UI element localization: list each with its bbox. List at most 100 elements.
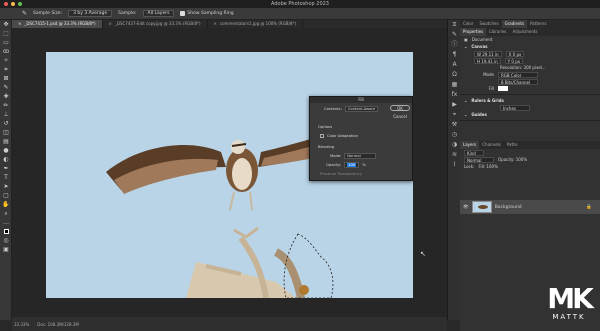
tools-panel: ✥ ⬚ ▭ ꝏ ✧ ⌗ ⊠ ✎ ✚ ✏ ⊥ ↺ ◫ ▤ ● ◐ ✒ T ➤ ▢ … [0, 20, 12, 320]
rulers-header-label: Rulers & Grids [471, 98, 504, 103]
fill-dialog-title: Fill [310, 97, 412, 103]
doc-tab-label: _DSC7415-1.psd @ 33.3% (RGB/8*) [24, 21, 96, 26]
doc-size[interactable]: Doc: 108.3M/128.3M [37, 322, 79, 327]
crop-tool-icon[interactable]: ⌗ [0, 65, 12, 74]
gradient-tool-icon[interactable]: ▤ [0, 137, 12, 146]
zoom-tool-icon[interactable]: ⌕ [0, 209, 12, 218]
rulers-header[interactable]: ⌄ Rulers & Grids [460, 97, 600, 104]
width-field[interactable]: W 29.11 in [474, 50, 502, 57]
fill-row: Fill [460, 85, 600, 92]
blend-mode-select[interactable]: Normal [464, 156, 494, 163]
tab-paths[interactable]: Paths [504, 141, 521, 149]
screen-mode-icon[interactable]: ▣ [0, 245, 12, 254]
brush-tool-icon[interactable]: ✏ [0, 101, 12, 110]
path-select-icon[interactable]: ➤ [0, 182, 12, 191]
mode-label: Mode: [330, 154, 342, 158]
lock-icon[interactable]: 🔒 [586, 205, 592, 210]
tab-swatches[interactable]: Swatches [476, 20, 501, 28]
marquee-tool-icon[interactable]: ▭ [0, 38, 12, 47]
tab-adjustments[interactable]: Adjustments [510, 28, 541, 36]
layer-opacity[interactable]: Opacity: 100% [498, 156, 527, 163]
shape-tool-icon[interactable]: ▢ [0, 191, 12, 200]
color-adaptation-checkbox[interactable]: Color Adaptation [320, 134, 358, 138]
canvas-header[interactable]: ⌄ Canvas [460, 43, 600, 50]
stamp-tool-icon[interactable]: ⊥ [0, 110, 12, 119]
preserve-transparency-checkbox[interactable]: Preserve Transparency [320, 172, 362, 176]
eraser-tool-icon[interactable]: ◫ [0, 128, 12, 137]
show-ring-checkbox[interactable]: Show Sampling Ring [180, 11, 234, 16]
quick-select-icon[interactable]: ✧ [0, 56, 12, 65]
artboard-icon[interactable]: ⬚ [0, 29, 12, 38]
opacity-value[interactable]: 100 [347, 163, 357, 167]
fill-swatch[interactable] [498, 86, 508, 91]
chevron-down-icon[interactable]: ⌄ [464, 97, 467, 104]
sample-size-select[interactable]: 3 by 3 Average [68, 10, 113, 17]
layer-row-background[interactable]: 👁 Background 🔒 [460, 200, 600, 214]
photo-osprey[interactable]: Fill Contents: Content-Aware OK Cancel O… [46, 52, 413, 298]
mode-select[interactable]: RGB Color [498, 71, 538, 78]
guides-header[interactable]: ⌄ Guides [460, 111, 600, 118]
more-tools-icon[interactable]: … [0, 218, 12, 227]
pen-tool-icon[interactable]: ✒ [0, 164, 12, 173]
tab-channels[interactable]: Channels [479, 141, 504, 149]
x-field[interactable]: X 0 px [505, 50, 525, 57]
window-controls[interactable] [4, 2, 22, 6]
checkbox-icon[interactable] [180, 11, 186, 16]
eyedropper-icon[interactable]: ✎ [22, 10, 27, 17]
color-swatches-icon[interactable] [0, 227, 12, 236]
tab-libraries[interactable]: Libraries [486, 28, 509, 36]
cancel-button[interactable]: Cancel [390, 114, 410, 120]
eyedropper-tool-icon[interactable]: ✎ [0, 83, 12, 92]
blur-tool-icon[interactable]: ● [0, 146, 12, 155]
height-field[interactable]: H 19.41 in [474, 57, 501, 64]
doc-tab-2[interactable]: × _DSC7437-Edit copy.jpg @ 33.3% (RGB/8*) [103, 20, 208, 28]
opacity-label: Opacity: [326, 163, 342, 167]
tab-color[interactable]: Color [460, 20, 476, 28]
dodge-tool-icon[interactable]: ◐ [0, 155, 12, 164]
mode-select[interactable]: Normal [344, 153, 377, 159]
healing-brush-icon[interactable]: ✚ [0, 92, 12, 101]
close-icon[interactable]: × [109, 20, 112, 28]
type-tool-icon[interactable]: T [0, 173, 12, 182]
zoom-level[interactable]: 33.33% [14, 322, 29, 327]
doc-tab-3[interactable]: × commentators1.jpg @ 100% (RGB/8*) [208, 20, 303, 28]
tab-properties[interactable]: Properties [460, 28, 487, 36]
bits-select[interactable]: 8 Bits/Channel [498, 78, 538, 85]
tab-gradients[interactable]: Gradients [501, 20, 528, 28]
lasso-tool-icon[interactable]: ꝏ [0, 47, 12, 56]
contents-select[interactable]: Content-Aware [344, 106, 379, 112]
chevron-down-icon[interactable]: ⌄ [464, 111, 467, 118]
eye-icon[interactable]: 👁 [463, 205, 469, 210]
layer-name[interactable]: Background [495, 205, 522, 210]
history-brush-icon[interactable]: ↺ [0, 119, 12, 128]
chevron-down-icon[interactable]: ⌄ [464, 43, 467, 50]
ok-button[interactable]: OK [390, 105, 410, 111]
zoom-icon[interactable] [18, 2, 22, 6]
checkbox-icon[interactable] [320, 134, 324, 138]
opacity-input[interactable]: 100 [344, 162, 360, 168]
close-icon[interactable]: × [18, 20, 21, 28]
move-tool-icon[interactable]: ✥ [0, 20, 12, 29]
tab-patterns[interactable]: Patterns [527, 20, 549, 28]
show-ring-label: Show Sampling Ring [187, 11, 234, 16]
kind-select[interactable]: Kind [464, 149, 484, 156]
document-row: ▣ Document [460, 36, 600, 43]
layer-fill[interactable]: Fill: 100% [478, 163, 497, 170]
mode-row: Mode RGB Color [460, 71, 600, 78]
mode-label: Mode [483, 72, 494, 77]
quick-mask-icon[interactable]: ◎ [0, 236, 12, 245]
doc-tab-1[interactable]: × _DSC7415-1.psd @ 33.3% (RGB/8*) [12, 20, 103, 28]
close-icon[interactable]: × [214, 20, 217, 28]
rulers-unit-select[interactable]: Inches [500, 104, 530, 111]
minimize-icon[interactable] [11, 2, 15, 6]
close-icon[interactable] [4, 2, 8, 6]
tab-layers[interactable]: Layers [460, 141, 480, 149]
fill-label: Fill [488, 86, 494, 91]
bits-select-row: 8 Bits/Channel [460, 78, 600, 85]
hand-tool-icon[interactable]: ✋ [0, 200, 12, 209]
frame-tool-icon[interactable]: ⊠ [0, 74, 12, 83]
canvas-area[interactable]: Fill Contents: Content-Aware OK Cancel O… [12, 28, 447, 317]
sample-select[interactable]: All Layers [142, 10, 175, 17]
y-field[interactable]: Y 0 px [504, 57, 524, 64]
document-tabs: × _DSC7415-1.psd @ 33.3% (RGB/8*) × _DSC74… [12, 20, 447, 28]
